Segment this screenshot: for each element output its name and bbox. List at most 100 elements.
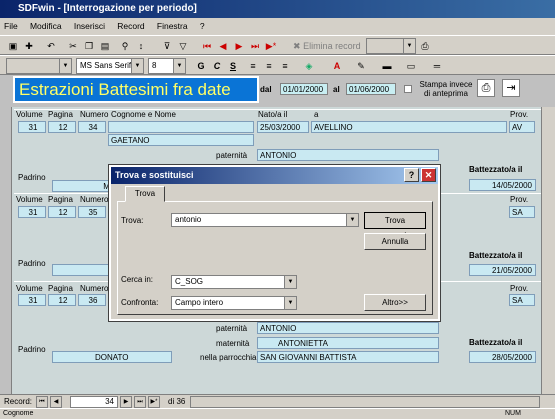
pagina-field[interactable]: 12 [48,206,76,218]
underline-button[interactable]: S [226,59,240,73]
print-icon[interactable]: ⎙ [418,39,432,53]
italic-button[interactable]: C [210,59,224,73]
align-right-icon[interactable]: ≡ [278,59,292,73]
next-record-button[interactable]: ▶ [120,396,132,408]
object-select[interactable]: ▼ [6,58,72,74]
vertical-scrollbar[interactable] [541,107,555,394]
first-record-icon[interactable]: ⏮ [200,39,214,53]
parrocchia-label: nella parrocchia [200,353,257,362]
cognome-field[interactable] [108,121,254,133]
prov-field[interactable]: SA [509,294,535,306]
match-select[interactable]: Campo intero ▼ [171,296,297,310]
pagina-field[interactable]: 12 [48,294,76,306]
sort-icon[interactable]: ↕ [134,39,148,53]
exit-icon[interactable]: ⇥ [502,79,520,97]
form-title: Estrazioni Battesimi fra date [13,76,259,103]
align-center-icon[interactable]: ≡ [262,59,276,73]
paternita-field[interactable]: ANTONIO [257,149,439,161]
menu-record[interactable]: Record [117,21,144,31]
delete-record-label: Elimina record [303,41,361,51]
record-number-field[interactable]: 34 [70,396,118,408]
new-record-button[interactable]: ▶* [148,396,160,408]
padrino-label: Padrino [18,259,46,268]
battezzato-label: Battezzato/a il [469,338,523,347]
maternita-label: maternità [216,339,250,348]
battezzato-field[interactable]: 28/05/2000 [469,351,536,363]
line-style-icon[interactable]: ═ [430,59,444,73]
battezzato-label: Battezzato/a il [469,251,523,260]
parrocchia-field[interactable]: SAN GIOVANNI BATTISTA [257,351,439,363]
cancel-button[interactable]: Annulla [364,233,426,250]
fill-color-icon[interactable]: ◈ [302,59,316,73]
preview-icon[interactable]: ⎙ [477,79,495,97]
col-volume-label: Volume [16,284,43,293]
line-color-icon[interactable]: ✎ [354,59,368,73]
align-left-icon[interactable]: ≡ [246,59,260,73]
horizontal-scrollbar[interactable] [190,396,540,408]
font-color-icon[interactable]: A [330,59,344,73]
nato-il-field[interactable]: 25/03/2000 [257,121,309,133]
maternita-field[interactable]: ANTONIETTA [257,337,439,349]
from-date-field[interactable]: 01/01/2000 [280,83,328,95]
tab-find[interactable]: Trova [125,186,165,202]
border-width-icon[interactable]: ▬ [380,59,394,73]
look-in-select[interactable]: C_SOG ▼ [171,275,297,289]
copy-icon[interactable]: ❐ [82,39,96,53]
menu-file[interactable]: File [4,21,18,31]
padrino-field[interactable]: DONATO [52,351,172,363]
numero-field[interactable]: 36 [78,294,106,306]
battezzato-field[interactable]: 14/05/2000 [469,179,536,191]
undo-icon[interactable]: ↶ [44,39,58,53]
luogo-field[interactable]: AVELLINO [311,121,507,133]
paste-icon[interactable]: ▤ [98,39,112,53]
padrino-label: Padrino [18,173,46,182]
more-button[interactable]: Altro>> [364,294,426,311]
menu-help[interactable]: ? [200,21,205,31]
battezzato-field[interactable]: 21/05/2000 [469,264,536,276]
prov-field[interactable]: SA [509,206,535,218]
delete-record-button[interactable]: ✖ Elimina record [293,39,363,53]
prev-record-icon[interactable]: ◀ [216,39,230,53]
next-record-icon[interactable]: ▶ [232,39,246,53]
col-prov-label: Prov. [510,195,529,204]
from-label: dal [260,85,272,94]
volume-field[interactable]: 31 [18,294,46,306]
filter-icon[interactable]: ⊽ [160,39,174,53]
menu-modifica[interactable]: Modifica [30,21,62,31]
save-icon[interactable]: ▣ [6,39,20,53]
last-record-icon[interactable]: ⏭ [248,39,262,53]
close-icon[interactable]: ✕ [421,168,436,182]
paternita-field[interactable]: ANTONIO [257,322,439,334]
new-record-icon[interactable]: ✚ [22,39,36,53]
font-name-combo[interactable]: MS Sans Serif ▼ [76,58,144,74]
numero-field[interactable]: 35 [78,206,106,218]
volume-field[interactable]: 31 [18,121,46,133]
to-date-field[interactable]: 01/06/2000 [346,83,396,95]
object-combo[interactable]: ▼ [366,38,416,54]
bold-button[interactable]: G [194,59,208,73]
menu-finestra[interactable]: Finestra [157,21,188,31]
new-record-nav-icon[interactable]: ▶* [264,39,278,53]
pagina-field[interactable]: 12 [48,121,76,133]
find-input[interactable]: antonio ▼ [171,213,359,227]
help-button[interactable]: ? [404,168,419,182]
numero-field[interactable]: 34 [78,121,106,133]
col-volume-label: Volume [16,195,43,204]
col-pagina-label: Pagina [48,110,73,119]
chevron-down-icon: ▼ [173,59,185,73]
filter-off-icon[interactable]: ▽ [176,39,190,53]
special-effect-icon[interactable]: ▭ [404,59,418,73]
print-instead-checkbox[interactable] [404,85,412,93]
main-toolbar: ▣ ✚ ↶ ✂ ❐ ▤ ⚲ ↕ ⊽ ▽ ⏮ ◀ ▶ ⏭ ▶* ✖ Elimina… [0,35,555,55]
prev-record-button[interactable]: ◀ [50,396,62,408]
menu-inserisci[interactable]: Inserisci [74,21,105,31]
find-next-button[interactable]: Trova successivo [364,212,426,240]
find-icon[interactable]: ⚲ [118,39,132,53]
last-record-button[interactable]: ⏭ [134,396,146,408]
first-record-button[interactable]: ⏮ [36,396,48,408]
volume-field[interactable]: 31 [18,206,46,218]
font-size-combo[interactable]: 8 ▼ [148,58,186,74]
nome-field[interactable]: GAETANO [108,134,254,146]
prov-field[interactable]: AV [509,121,535,133]
cut-icon[interactable]: ✂ [66,39,80,53]
